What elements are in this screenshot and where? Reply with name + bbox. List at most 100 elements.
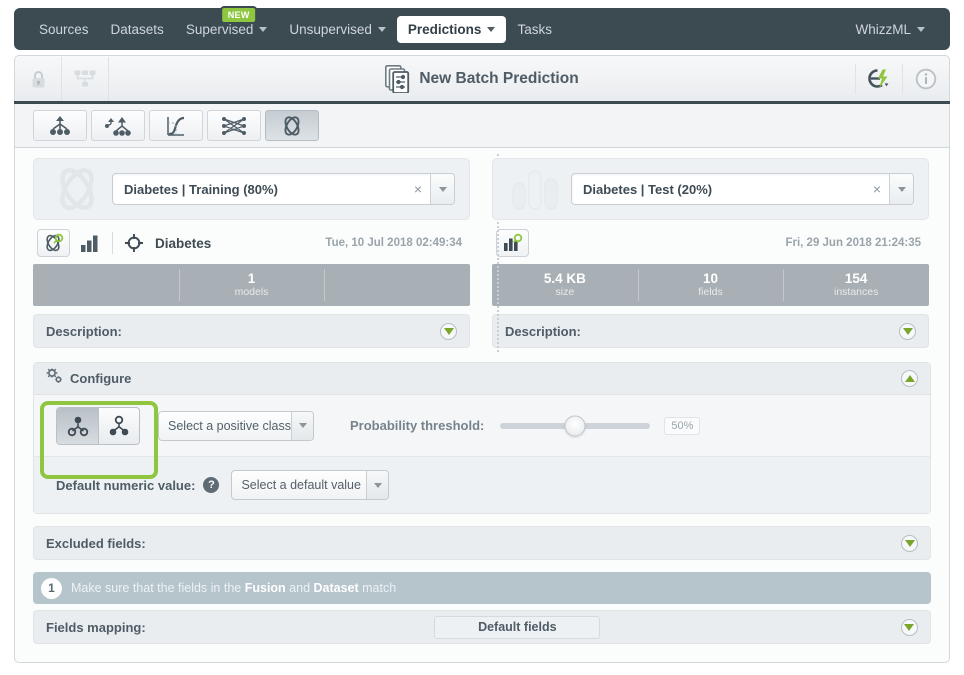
divider [112,232,113,254]
decision-tree-icon [50,115,70,135]
ensemble-icon [105,116,131,136]
chevron-down-icon [487,26,496,32]
fusion-description-row[interactable]: Description: [33,314,470,348]
configure-header[interactable]: Configure [34,363,930,395]
fusion-icon [284,115,300,136]
logistic-regression-icon [167,116,185,136]
default-numeric-value-label: Default numeric value: [56,477,196,493]
chevron-down-icon[interactable] [899,322,916,340]
nav-item-supervised[interactable]: NEW Supervised [175,5,279,43]
dataset-inspect-button[interactable] [496,229,529,257]
type-button-model[interactable] [33,110,87,141]
privacy-lock-button[interactable] [15,56,62,102]
chevron-down-icon [259,26,268,32]
chevron-down-icon[interactable] [440,322,457,340]
nav-item-tasks[interactable]: Tasks [506,16,563,43]
class-mode-all-classes-button[interactable] [57,407,98,444]
dataset-select[interactable]: Diabetes | Test (20%) × [571,173,914,205]
title-bar-actions [855,57,949,102]
lock-icon [32,70,44,87]
dataset-watermark-icon [507,165,565,213]
help-icon[interactable]: ? [203,477,220,493]
dataset-selector-row: Diabetes | Test (20%) × [492,158,929,220]
nav-item-sources[interactable]: Sources [28,16,100,43]
page-title-container: New Batch Prediction [109,65,855,93]
batch-prediction-icon [385,65,410,93]
chevron-down-icon[interactable] [291,411,313,440]
configure-default-numeric-row: Default numeric value: ? Select a defaul… [34,457,930,513]
configure-class-row: Select a positive class Probability thre… [34,395,930,457]
fields-mapping-row[interactable]: Fields mapping: Default fields [33,610,931,644]
fusion-watermark-icon [48,165,106,213]
nav-label: Sources [39,21,89,37]
model-type-toolbar [14,104,950,148]
probability-threshold-slider[interactable] [500,415,651,436]
chevron-down-icon[interactable] [901,534,918,552]
dataset-select-value: Diabetes | Test (20%) [583,181,713,197]
dataset-description-row[interactable]: Description: [492,314,929,348]
chevron-down-icon[interactable] [889,174,913,204]
nav-label: Unsupervised [289,21,372,37]
dataset-meta-row: Fri, 29 Jun 2018 21:24:35 [492,224,929,262]
type-button-logistic-regression[interactable] [149,110,203,141]
info-button[interactable] [903,57,949,102]
type-button-ensemble[interactable] [91,110,145,141]
nav-item-whizzml-account[interactable]: WhizzML [844,16,936,43]
main-content: Diabetes | Training (80%) × Diabetes Tue… [14,148,950,663]
all-classes-icon [109,415,129,435]
objective-target-icon [121,231,147,255]
type-button-deepnet[interactable] [207,110,261,141]
default-fields-button[interactable]: Default fields [434,615,601,639]
sitemap-icon [74,70,96,87]
nav-item-unsupervised[interactable]: Unsupervised [278,16,397,43]
fusion-inspect-button[interactable] [37,229,70,257]
clear-icon[interactable]: × [406,181,430,197]
fusion-stats: 1 models [33,264,470,306]
nav-label: WhizzML [855,21,911,37]
info-icon [915,68,937,90]
configure-title: Configure [70,371,132,386]
clear-icon[interactable]: × [865,181,889,197]
stat-label: models [234,285,269,298]
stat-cell: 1 models [178,264,325,306]
chevron-down-icon[interactable] [430,174,454,204]
fusion-search-icon [45,233,63,252]
fusion-select[interactable]: Diabetes | Training (80%) × [112,173,455,205]
class-mode-toggle [56,406,140,445]
single-class-icon [67,416,88,436]
positive-class-select[interactable]: Select a positive class [158,410,314,441]
excluded-fields-row[interactable]: Excluded fields: [33,526,931,560]
fusion-select-value: Diabetes | Training (80%) [124,181,278,197]
page-title-bar: New Batch Prediction [14,55,950,102]
stat-value: 5.4 KB [543,270,586,286]
chevron-down-icon[interactable] [900,618,918,636]
resource-panels: Diabetes | Training (80%) × Diabetes Tue… [15,148,949,352]
flash-actions-button[interactable] [856,57,902,102]
chevron-up-icon[interactable] [901,370,918,387]
default-numeric-value-text: Select a default value [241,478,361,492]
message-number: 1 [41,577,62,599]
page-bottom-strip [0,663,964,675]
stat-value: 1 [247,270,256,286]
top-navigation-bar: Sources Datasets NEW Supervised Unsuperv… [0,0,964,51]
sitemap-button[interactable] [62,56,109,102]
message-bold-dataset: Dataset [313,581,359,595]
class-mode-positive-class-button[interactable] [98,407,139,444]
stat-label: size [555,285,575,298]
probability-threshold-value: 50% [664,416,701,435]
gears-icon [46,368,63,389]
fusion-name: Diabetes [155,235,212,251]
slider-handle[interactable] [564,415,586,436]
excluded-fields-label: Excluded fields: [46,535,146,551]
stat-cell: 10 fields [637,264,784,306]
default-numeric-value-select[interactable]: Select a default value [231,470,390,500]
nav-item-datasets[interactable]: Datasets [100,16,175,43]
chevron-down-icon[interactable] [366,471,389,499]
message-text: Make sure that the fields in the Fusion … [71,581,396,595]
bar-chart-icon[interactable] [78,231,104,255]
dataset-created-date: Fri, 29 Jun 2018 21:24:35 [785,237,921,249]
type-button-fusion[interactable] [265,110,319,141]
configure-body: Select a positive class Probability thre… [34,395,930,513]
nav-item-predictions[interactable]: Predictions [396,15,507,43]
page-title: New Batch Prediction [419,70,579,87]
